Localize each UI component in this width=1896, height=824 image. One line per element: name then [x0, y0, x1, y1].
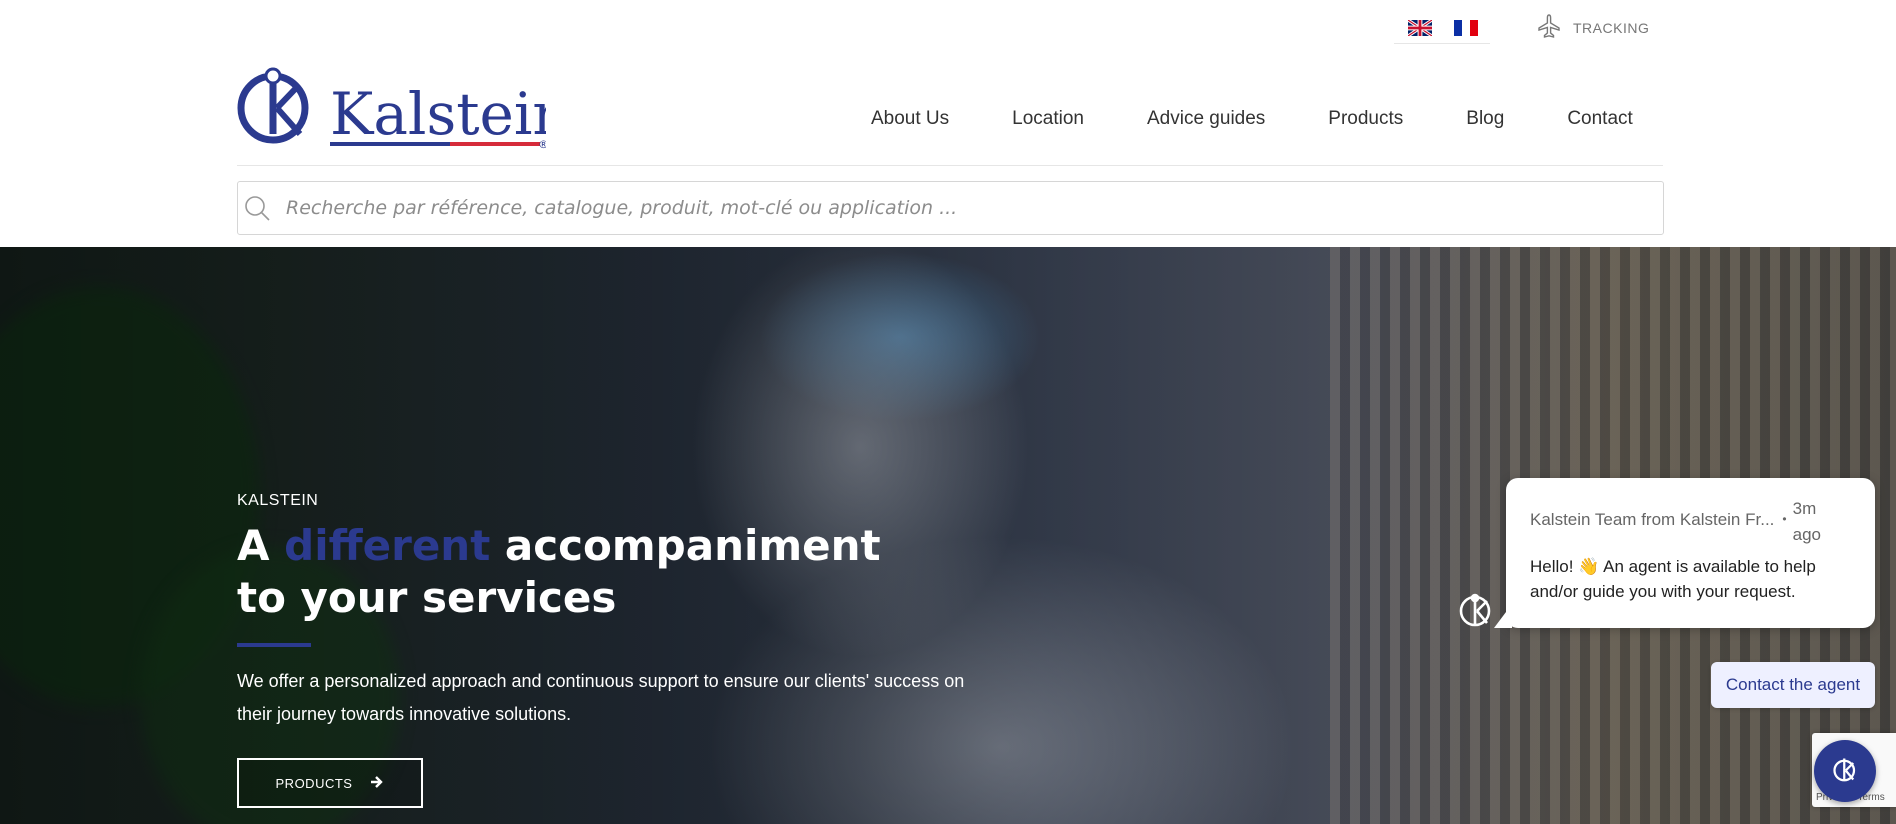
registered-mark: ®: [538, 138, 546, 151]
header-divider: [237, 165, 1663, 166]
chat-message-header: Kalstein Team from Kalstein Fr... • 3m a…: [1530, 496, 1851, 548]
nav-products[interactable]: Products: [1328, 108, 1403, 130]
main-navigation: About Us Location Advice guides Products…: [871, 108, 1633, 130]
nav-blog[interactable]: Blog: [1466, 108, 1504, 130]
headline-line1-suffix: accompaniment: [490, 521, 881, 570]
products-button-label: PRODUCTS: [275, 775, 353, 791]
english-flag-icon[interactable]: [1407, 18, 1433, 37]
french-flag-icon[interactable]: [1454, 19, 1478, 36]
hero-kicker: KALSTEIN: [237, 492, 319, 509]
top-utility-bar: TRACKING: [0, 0, 1896, 52]
airplane-icon: [1535, 12, 1563, 43]
tracking-label: TRACKING: [1573, 19, 1650, 36]
nav-location[interactable]: Location: [1012, 108, 1084, 130]
headline-prefix: A: [237, 521, 285, 570]
chat-sender: Kalstein Team from Kalstein Fr...: [1530, 510, 1775, 529]
search-icon[interactable]: [242, 193, 272, 223]
nav-about-us[interactable]: About Us: [871, 108, 949, 130]
brand-wordmark: Kalstein: [330, 80, 546, 148]
nav-advice-guides[interactable]: Advice guides: [1147, 108, 1265, 130]
chat-message-bubble[interactable]: Kalstein Team from Kalstein Fr... • 3m a…: [1494, 478, 1875, 628]
language-switcher: [1394, 12, 1490, 44]
hero-headline: A different accompaniment to your service…: [237, 520, 937, 624]
chat-separator: •: [1782, 512, 1787, 526]
tracking-link[interactable]: TRACKING: [1535, 12, 1649, 43]
hero-description: We offer a personalized approach and con…: [237, 671, 965, 724]
chat-timestamp: 3m ago: [1792, 499, 1821, 544]
headline-line2: to your services: [237, 573, 617, 622]
chat-agent-avatar: [1456, 589, 1496, 629]
contact-agent-button[interactable]: Contact the agent: [1711, 662, 1875, 708]
search-input[interactable]: [286, 182, 1663, 234]
products-button[interactable]: PRODUCTS: [237, 758, 423, 808]
headline-highlight: different: [284, 521, 491, 570]
hero-accent-rule: [237, 643, 311, 647]
k-emblem-icon: [237, 67, 309, 144]
arrow-right-icon: [370, 775, 384, 792]
nav-contact[interactable]: Contact: [1567, 108, 1632, 130]
kalstein-chat-icon: [1830, 754, 1860, 789]
chat-message-text: Hello! 👋 An agent is available to help a…: [1530, 557, 1816, 601]
chat-launcher-button[interactable]: [1814, 740, 1876, 802]
search-bar: [237, 181, 1664, 235]
kalstein-logo[interactable]: Kalstein ®: [236, 64, 570, 152]
